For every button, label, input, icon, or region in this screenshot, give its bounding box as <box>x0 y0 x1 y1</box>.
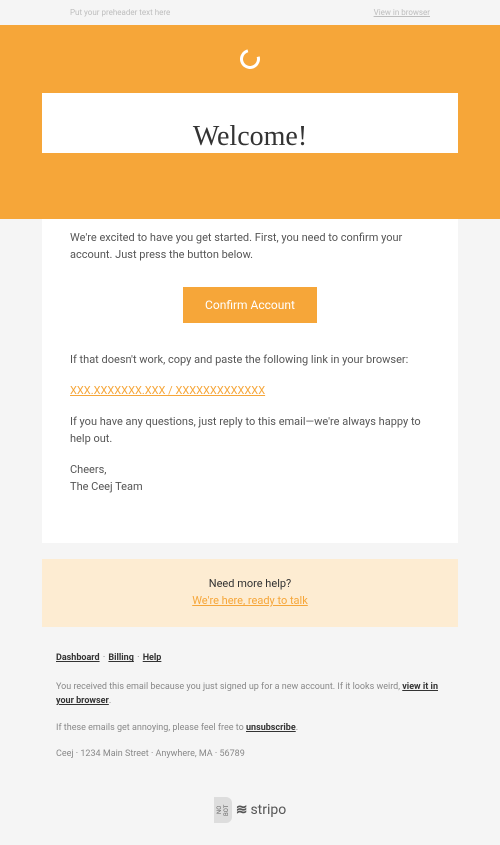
signoff-word: Cheers, <box>70 463 106 476</box>
fallback-link[interactable]: XXX.XXXXXXX.XXX / XXXXXXXXXXXXX <box>70 382 265 399</box>
loading-icon <box>236 45 263 72</box>
card-header: Welcome! <box>42 93 458 153</box>
footer-reason-pre: You received this email because you just… <box>56 682 402 692</box>
fallback-intro: If that doesn't work, copy and paste the… <box>70 351 430 368</box>
footer-unsubscribe: If these emails get annoying, please fee… <box>56 721 444 735</box>
footer-reason: You received this email because you just… <box>56 680 444 709</box>
stripo-bolt-icon: ≋ <box>236 802 247 818</box>
footer-reason-post: . <box>109 696 111 706</box>
signoff: Cheers, The Ceej Team <box>70 461 430 495</box>
hero-banner: Welcome! <box>0 25 500 219</box>
view-in-browser-link[interactable]: View in browser <box>374 8 430 17</box>
footer-link-dashboard[interactable]: Dashboard <box>56 653 100 663</box>
stripo-badge: NO BOT <box>214 797 232 823</box>
help-link[interactable]: We're here, ready to talk <box>192 594 308 607</box>
separator-icon: · <box>103 653 105 663</box>
stripo-name: stripo <box>250 802 286 818</box>
confirm-account-button[interactable]: Confirm Account <box>183 287 317 323</box>
separator-icon: · <box>137 653 139 663</box>
intro-text: We're excited to have you get started. F… <box>70 229 430 263</box>
footer-link-billing[interactable]: Billing <box>108 653 133 663</box>
footer: Dashboard · Billing · Help You received … <box>56 651 444 761</box>
footer-unsub-pre: If these emails get annoying, please fee… <box>56 723 246 733</box>
footer-unsub-post: . <box>296 723 298 733</box>
card-body: We're excited to have you get started. F… <box>42 219 458 543</box>
team-name: The Ceej Team <box>70 480 143 493</box>
preheader-bar: Put your preheader text here View in bro… <box>0 0 500 25</box>
stripo-brand: NO BOT ≋ stripo <box>0 773 500 845</box>
footer-links: Dashboard · Billing · Help <box>56 651 444 665</box>
questions-text: If you have any questions, just reply to… <box>70 413 430 447</box>
help-box: Need more help? We're here, ready to tal… <box>42 559 458 627</box>
help-title: Need more help? <box>52 577 448 590</box>
welcome-title: Welcome! <box>70 121 430 153</box>
unsubscribe-link[interactable]: unsubscribe <box>246 723 296 733</box>
footer-address: Ceej · 1234 Main Street · Anywhere, MA ·… <box>56 747 444 761</box>
footer-link-help[interactable]: Help <box>143 653 162 663</box>
preheader-text: Put your preheader text here <box>70 8 170 17</box>
